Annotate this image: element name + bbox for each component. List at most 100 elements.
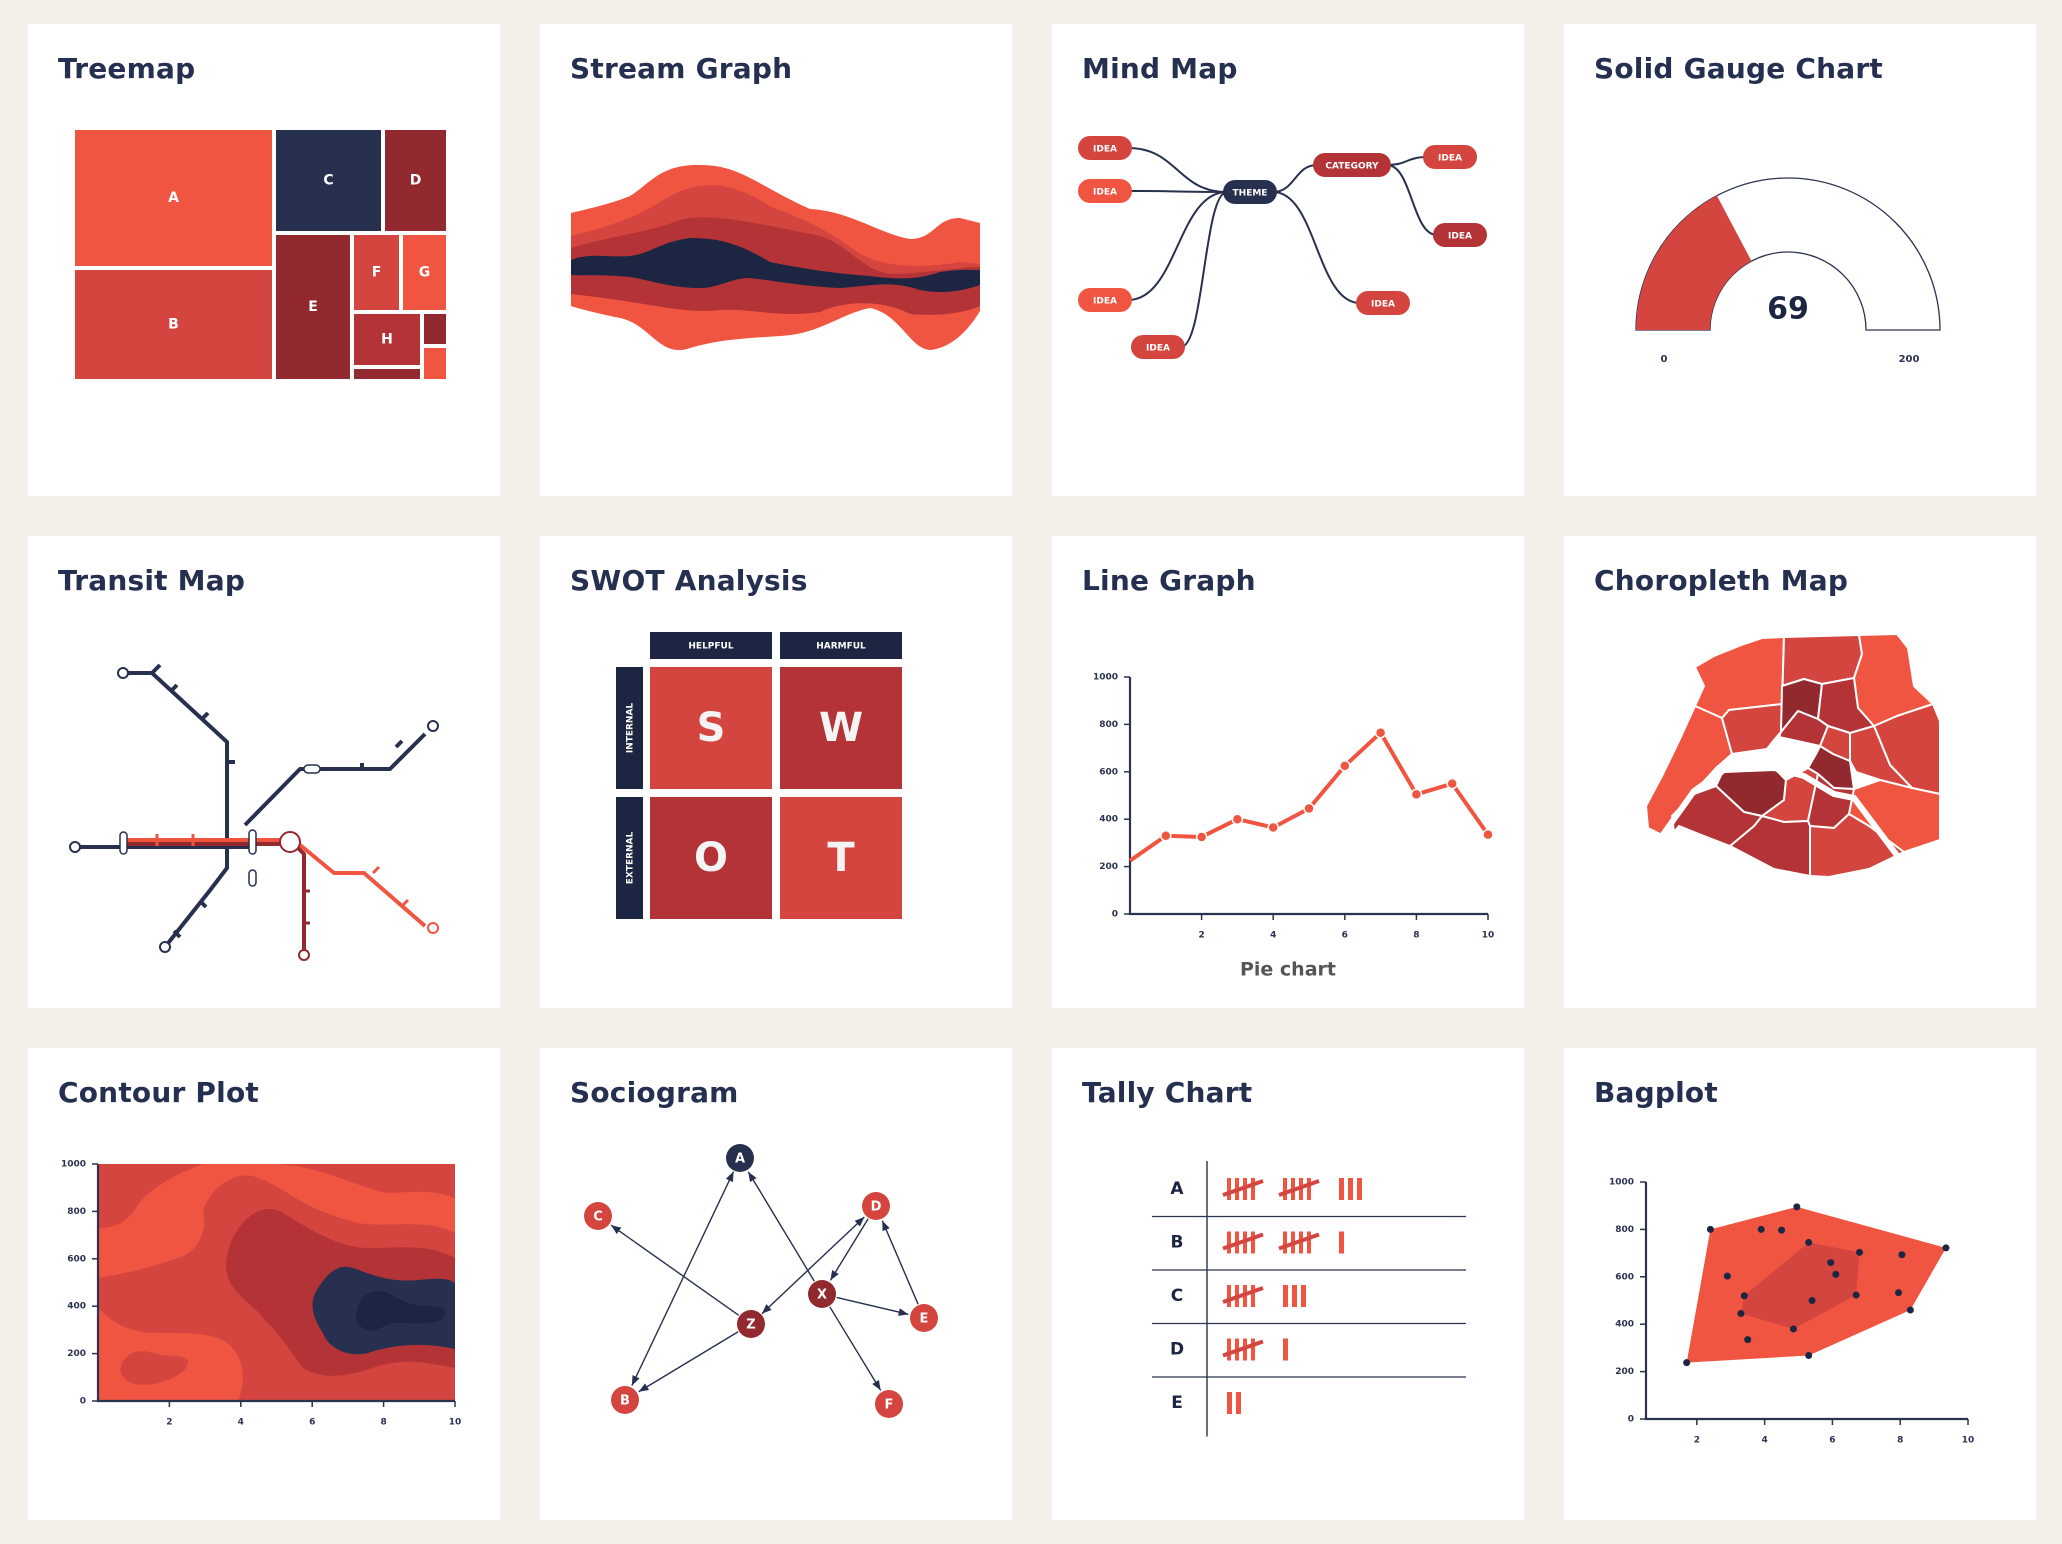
tally-category-label: C — [1171, 1286, 1183, 1306]
mind-map-edge — [1127, 147, 1228, 193]
sociogram-edge-D-X — [829, 1218, 869, 1281]
treemap-label-b: B — [168, 317, 179, 333]
transit-line-navy-ns — [123, 671, 229, 949]
bagplot-point — [1852, 1291, 1860, 1299]
choropleth-visual — [1645, 633, 1941, 878]
sociogram-edge-A-B — [631, 1171, 735, 1386]
contour-y-tick-label: 800 — [67, 1207, 86, 1217]
contour-x-tick-label: 2 — [166, 1418, 172, 1428]
mind-map-edge — [1127, 190, 1228, 193]
line-graph-x-tick-label: 8 — [1413, 931, 1419, 941]
sociogram-node-label: A — [735, 1152, 745, 1167]
bagplot-point — [1942, 1244, 1950, 1252]
transit-terminal-station — [427, 720, 439, 732]
gauge-value: 69 — [1767, 292, 1809, 327]
sociogram-node-label: Z — [746, 1318, 755, 1333]
gauge-max-label: 200 — [1899, 354, 1920, 365]
sociogram-edge-E-D — [881, 1220, 919, 1305]
transit-station-south — [248, 869, 257, 887]
bagplot-point — [1683, 1359, 1691, 1367]
tally-mark — [1307, 1231, 1311, 1254]
line-series — [1128, 730, 1490, 863]
line-point — [1160, 830, 1172, 842]
line-graph-y-tick-label: 1000 — [1093, 673, 1118, 683]
card-bagplot[interactable]: Bagplot 0 200 400 600 800 1000 2 4 6 8 10 — [1564, 1048, 2036, 1520]
tally-mark — [1283, 1231, 1287, 1254]
card-line-graph[interactable]: Line Graph 0 200 400 600 800 1000 2 4 6 8 10 Pie cha… — [1052, 536, 1524, 1008]
swot-row-label: EXTERNAL — [626, 831, 636, 884]
treemap-label-a: A — [168, 190, 179, 206]
transit-terminal-station — [117, 667, 129, 679]
treemap-label-g: G — [419, 265, 431, 281]
tally-mark — [1292, 1285, 1297, 1307]
sociogram-node-label: X — [817, 1288, 827, 1303]
transit-line-coral — [122, 838, 427, 928]
treemap-label-e: E — [308, 299, 318, 315]
line-graph-y-tick-label: 400 — [1099, 815, 1118, 825]
line-point — [1231, 813, 1244, 825]
contour-x-tick-label: 6 — [309, 1418, 315, 1428]
transit-terminal-station — [427, 922, 439, 934]
bagplot-x-tick-label: 4 — [1761, 1436, 1767, 1446]
transit-terminal-station — [298, 949, 310, 961]
swot-row-label: INTERNAL — [626, 703, 636, 754]
sociogram-node-label: B — [620, 1394, 630, 1409]
card-tally[interactable]: Tally Chart A B C D E — [1052, 1048, 1524, 1520]
card-sociogram[interactable]: Sociogram A B C D E F X Z — [540, 1048, 1012, 1520]
sociogram-visual: A B C D E F X Z — [584, 1144, 938, 1418]
contour-x-tick-label: 4 — [238, 1418, 244, 1428]
card-contour[interactable]: Contour Plot 0 200 400 600 800 1000 2 4 6 8 10 — [28, 1048, 500, 1520]
card-stream-graph[interactable]: Stream Graph — [540, 24, 1012, 496]
treemap-label-h: H — [381, 332, 393, 348]
transit-tick-coral — [371, 865, 381, 875]
bagplot-point — [1856, 1248, 1864, 1256]
contour-fill — [98, 1164, 455, 1401]
bagplot-point — [1827, 1259, 1835, 1267]
line-point — [1482, 828, 1494, 841]
tally-mark — [1283, 1338, 1288, 1361]
bagplot-point — [1805, 1238, 1813, 1246]
line-graph-x-tick-label: 4 — [1270, 931, 1276, 941]
solid-gauge-visual: 69 0 200 — [1635, 177, 1941, 365]
mind-map-node-label: IDEA — [1146, 344, 1170, 354]
tally-mark — [1301, 1285, 1306, 1307]
contour-x-tick-label: 10 — [449, 1418, 462, 1428]
card-transit-map[interactable]: Transit Map — [28, 536, 500, 1008]
sociogram-node-label: E — [920, 1312, 929, 1327]
mind-map-edge — [1272, 191, 1361, 304]
mind-map-node-label: IDEA — [1438, 154, 1462, 164]
card-mind-map[interactable]: Mind Map THEME IDEA IDEA IDEA IDEA CATEGORY IDE… — [1052, 24, 1524, 496]
sociogram-edge-Z-C — [610, 1224, 740, 1316]
contour-y-tick-label: 400 — [67, 1302, 86, 1312]
tally-category-label: A — [1170, 1179, 1184, 1199]
mind-map-visual: THEME IDEA IDEA IDEA IDEA CATEGORY IDEA IDEA IDE… — [1078, 136, 1487, 359]
bagplot-point — [1740, 1292, 1748, 1300]
contour-x-tick-label: 8 — [380, 1418, 386, 1428]
tally-mark — [1251, 1285, 1255, 1307]
card-treemap[interactable]: Treemap A B C D E F G H — [28, 24, 500, 496]
bagplot-point — [1805, 1351, 1813, 1359]
mind-map-node-label: THEME — [1233, 189, 1268, 199]
swot-header-label: HELPFUL — [688, 642, 733, 652]
tally-mark — [1227, 1392, 1232, 1414]
bagplot-y-tick-label: 400 — [1615, 1320, 1634, 1330]
bagplot-point — [1832, 1270, 1840, 1278]
treemap-tile — [422, 312, 448, 346]
bagplot-point — [1793, 1203, 1801, 1211]
line-point — [1195, 831, 1208, 843]
transit-terminal-station — [159, 941, 171, 953]
bagplot-point — [1737, 1310, 1745, 1318]
treemap-label-d: D — [410, 173, 422, 189]
sociogram-edge-X-A — [747, 1171, 815, 1282]
sociogram-edge-X-F — [829, 1306, 882, 1391]
line-graph-y-tick-label: 600 — [1099, 767, 1118, 777]
card-solid-gauge[interactable]: Solid Gauge Chart 69 0 200 — [1564, 24, 2036, 496]
tally-mark — [1283, 1285, 1288, 1307]
contour-y-tick-label: 200 — [67, 1349, 86, 1359]
mind-map-edge — [1127, 191, 1228, 301]
card-swot[interactable]: SWOT Analysis HELPFUL HARMFUL INTERNAL EXTER… — [540, 536, 1012, 1008]
card-choropleth[interactable]: Choropleth Map — [1564, 536, 2036, 1008]
transit-tick — [198, 899, 208, 909]
tally-visual: A B C D E — [1152, 1161, 1466, 1437]
contour-y-tick-label: 600 — [67, 1254, 86, 1264]
